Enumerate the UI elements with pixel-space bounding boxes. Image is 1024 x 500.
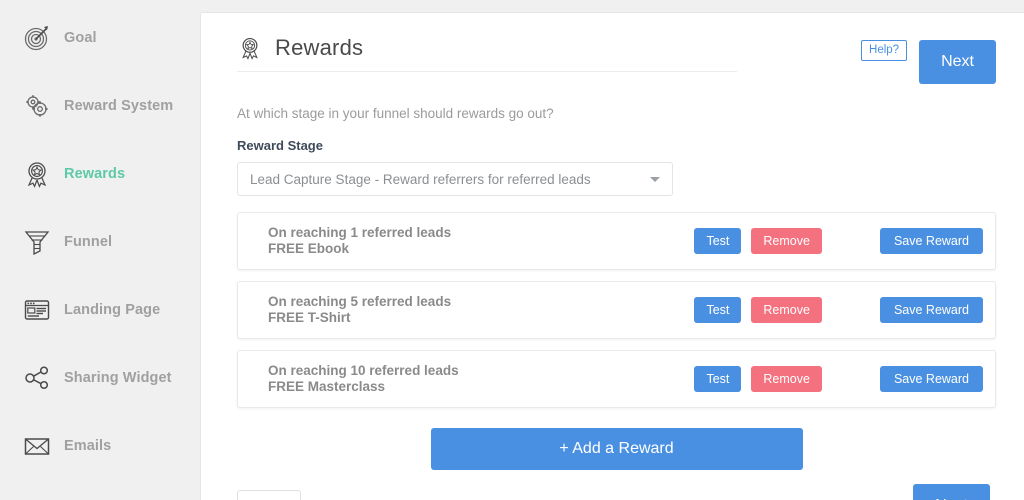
back-button[interactable]: Back — [237, 489, 302, 500]
test-button[interactable]: Test — [694, 297, 742, 323]
reward-condition: On reaching 5 referred leads — [268, 294, 452, 309]
reward-condition: On reaching 1 referred leads — [268, 225, 452, 240]
reward-text: On reaching 5 referred leads FREE T-Shir… — [268, 294, 694, 326]
sidebar-item-landing-page[interactable]: Landing Page — [0, 290, 200, 330]
share-nodes-icon — [22, 363, 52, 393]
reward-actions: Test Remove Save Reward — [694, 297, 983, 323]
reward-actions: Test Remove Save Reward — [694, 366, 983, 392]
remove-button[interactable]: Remove — [751, 366, 822, 392]
panel-header: Rewards Help? Next — [237, 35, 996, 84]
reward-prize: FREE Ebook — [268, 241, 350, 256]
next-button-bottom[interactable]: Next — [913, 484, 990, 500]
remove-button[interactable]: Remove — [751, 228, 822, 254]
reward-condition: On reaching 10 referred leads — [268, 363, 459, 378]
sidebar: Goal Reward System Rewards Funnel Landin… — [0, 0, 200, 500]
target-icon — [22, 23, 52, 53]
sidebar-item-funnel[interactable]: Funnel — [0, 222, 200, 262]
next-button-top[interactable]: Next — [919, 40, 996, 84]
remove-button[interactable]: Remove — [751, 297, 822, 323]
save-reward-button[interactable]: Save Reward — [879, 228, 983, 254]
sidebar-item-reward-system[interactable]: Reward System — [0, 86, 200, 126]
reward-prize: FREE Masterclass — [268, 379, 386, 394]
sidebar-item-label: Funnel — [64, 234, 113, 250]
reward-stage-label: Reward Stage — [237, 138, 323, 153]
page-title-block: Rewards — [237, 35, 737, 72]
sidebar-item-label: Goal — [64, 30, 97, 46]
test-button[interactable]: Test — [694, 366, 742, 392]
help-button[interactable]: Help? — [861, 40, 908, 61]
main-content-wrap: Rewards Help? Next At which stage in you… — [200, 0, 1024, 500]
sidebar-item-emails[interactable]: Emails — [0, 426, 200, 466]
sidebar-item-sharing-widget[interactable]: Sharing Widget — [0, 358, 200, 398]
award-medal-icon — [237, 35, 263, 61]
reward-prize: FREE T-Shirt — [268, 310, 351, 325]
sidebar-item-goal[interactable]: Goal — [0, 18, 200, 58]
stage-question: At which stage in your funnel should rew… — [237, 106, 554, 121]
save-reward-button[interactable]: Save Reward — [879, 297, 983, 323]
reward-card: On reaching 1 referred leads FREE Ebook … — [237, 212, 996, 270]
header-actions: Help? Next — [861, 40, 996, 84]
sidebar-item-label: Reward System — [64, 98, 174, 114]
page-title: Rewards — [275, 35, 364, 60]
reward-stage-select[interactable]: Lead Capture Stage - Reward referrers fo… — [237, 162, 673, 196]
sidebar-item-label: Emails — [64, 438, 112, 454]
reward-card: On reaching 10 referred leads FREE Maste… — [237, 350, 996, 408]
footer-row: Back Next — [237, 484, 996, 500]
reward-stage-value: Lead Capture Stage - Reward referrers fo… — [250, 171, 591, 187]
envelope-icon — [22, 431, 52, 461]
landing-page-icon — [22, 295, 52, 325]
reward-text: On reaching 10 referred leads FREE Maste… — [268, 363, 694, 395]
funnel-icon — [22, 227, 52, 257]
test-button[interactable]: Test — [694, 228, 742, 254]
chevron-down-icon — [650, 176, 660, 182]
reward-text: On reaching 1 referred leads FREE Ebook — [268, 225, 694, 257]
sidebar-item-label: Sharing Widget — [64, 370, 172, 386]
add-reward-button[interactable]: + Add a Reward — [430, 428, 803, 470]
reward-actions: Test Remove Save Reward — [694, 228, 983, 254]
rewards-list: On reaching 1 referred leads FREE Ebook … — [237, 212, 996, 408]
app-root: Goal Reward System Rewards Funnel Landin… — [0, 0, 1024, 500]
sidebar-item-rewards[interactable]: Rewards — [0, 154, 200, 194]
gears-icon — [22, 91, 52, 121]
rewards-panel: Rewards Help? Next At which stage in you… — [200, 12, 1024, 500]
award-medal-icon — [22, 159, 52, 189]
reward-card: On reaching 5 referred leads FREE T-Shir… — [237, 281, 996, 339]
save-reward-button[interactable]: Save Reward — [879, 366, 983, 392]
add-reward-row: + Add a Reward — [237, 428, 996, 470]
sidebar-item-label: Landing Page — [64, 302, 161, 318]
sidebar-item-label: Rewards — [64, 166, 126, 182]
